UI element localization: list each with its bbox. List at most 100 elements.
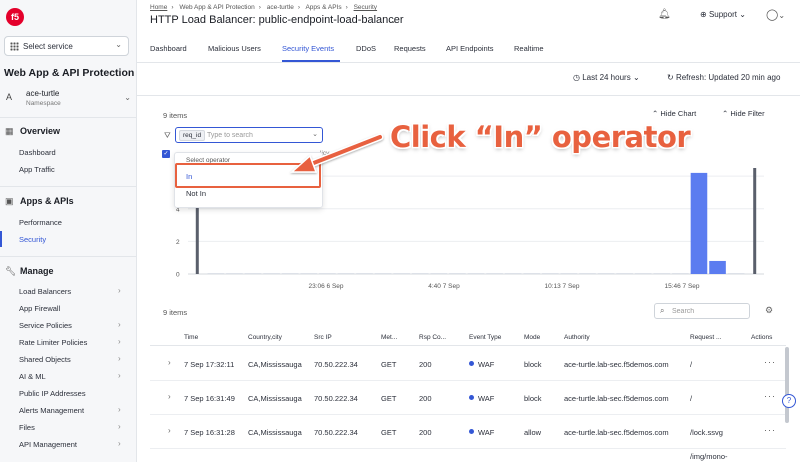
x-tick-label: 15:46 7 Sep [664, 283, 699, 290]
x-tick-label: 23:06 6 Sep [308, 283, 343, 290]
column-header[interactable]: Met... [381, 334, 397, 341]
chart-bar [244, 273, 262, 274]
y-tick-label: 2 [176, 239, 180, 246]
chart-bar [616, 273, 633, 274]
chart-bar [690, 172, 708, 274]
chart-bar [281, 273, 299, 274]
chart-bar [411, 273, 429, 274]
x-tick-label: 10:13 7 Sep [544, 283, 579, 290]
column-header: Actions [751, 334, 773, 341]
chart-bar [709, 260, 726, 274]
column-header[interactable]: Country,city [248, 334, 282, 341]
table-scrollbar[interactable] [785, 347, 789, 423]
chart-bar [207, 273, 225, 274]
more-icon[interactable]: ··· [764, 357, 776, 367]
chart-bar [727, 273, 745, 274]
cell-time: 7 Sep 17:32:11 [184, 360, 235, 369]
cell-event-type: WAF [469, 394, 494, 403]
chart-bar [374, 273, 392, 274]
cell-mode: block [524, 394, 542, 403]
cell-src-ip: 70.50.222.34 [314, 394, 358, 403]
column-header[interactable]: Event Type [469, 334, 501, 341]
column-header[interactable]: Authority [564, 334, 590, 341]
chart-bar [560, 273, 578, 274]
chart-bar [300, 273, 318, 274]
cell-event-label: WAF [478, 360, 495, 369]
chart-bar [579, 273, 596, 274]
row-border [150, 380, 786, 381]
more-icon[interactable]: ··· [764, 391, 776, 401]
cell-src-ip: 70.50.222.34 [314, 428, 358, 437]
cell-country: CA,Mississauga [248, 360, 302, 369]
chart-bar [263, 273, 280, 274]
expand-row-icon[interactable]: › [168, 392, 171, 401]
chart-bar [449, 273, 466, 274]
row-border [150, 448, 786, 449]
chart-bar [523, 273, 541, 274]
chart-bar [486, 273, 503, 274]
cell-method: GET [381, 428, 397, 437]
expand-row-icon[interactable]: › [168, 426, 171, 435]
help-icon[interactable]: ? [782, 394, 796, 408]
column-header[interactable]: Request ... [690, 334, 721, 341]
column-header[interactable]: Src IP [314, 334, 332, 341]
column-header[interactable]: Mode [524, 334, 540, 341]
cell-request-partial: /img/mono- [690, 452, 728, 461]
chart-bar [542, 273, 559, 274]
chart-bar [393, 273, 410, 274]
cell-time: 7 Sep 16:31:28 [184, 428, 235, 437]
chart-bar [653, 273, 671, 274]
security-events-chart: 6.5642023:06 6 Sep4:40 7 Sep10:13 7 Sep1… [176, 166, 764, 290]
cell-request: /lock.ssvg [690, 428, 723, 437]
chart-bar [753, 168, 757, 274]
chart-bar [430, 273, 448, 274]
status-dot [469, 361, 474, 366]
search-icon: ⌕ [660, 306, 665, 315]
table-items-count: 9 items [163, 308, 188, 317]
chart-bar [226, 273, 243, 274]
cell-mode: allow [524, 428, 542, 437]
chart-bar [634, 273, 652, 274]
operator-option-not-in[interactable]: Not In [186, 189, 206, 198]
cell-event-type: WAF [469, 360, 494, 369]
status-dot [469, 395, 474, 400]
callout-text: Click “In” operator [390, 120, 691, 154]
column-header[interactable]: Time [184, 334, 198, 341]
cell-country: CA,Mississauga [248, 428, 302, 437]
expand-row-icon[interactable]: › [168, 358, 171, 367]
search-input[interactable] [672, 307, 746, 316]
x-tick-label: 4:40 7 Sep [428, 283, 460, 290]
cell-event-label: WAF [478, 428, 495, 437]
cell-rsp-code: 200 [419, 428, 432, 437]
chart-bar [319, 273, 336, 274]
cell-method: GET [381, 394, 397, 403]
chart-bar [597, 273, 615, 274]
cell-mode: block [524, 360, 542, 369]
chart-bar [504, 273, 522, 274]
table-search[interactable]: ⌕ [654, 303, 750, 319]
status-dot [469, 429, 474, 434]
cell-authority: ace-turtle.lab-sec.f5demos.com [564, 360, 669, 369]
cell-request: / [690, 394, 693, 403]
cell-rsp-code: 200 [419, 360, 432, 369]
gear-icon[interactable]: ⚙ [765, 305, 773, 316]
chart-bar [337, 273, 355, 274]
column-header[interactable]: Rsp Co... [419, 334, 446, 341]
cell-country: CA,Mississauga [248, 394, 302, 403]
chart-bar [356, 273, 373, 274]
app-root: f5 Select service ⌄ Web App & API Protec… [0, 0, 800, 462]
cell-rsp-code: 200 [419, 394, 432, 403]
y-tick-label: 0 [176, 272, 180, 279]
chart-bar [467, 273, 485, 274]
highlight-box [175, 163, 321, 188]
cell-method: GET [381, 360, 397, 369]
cell-time: 7 Sep 16:31:49 [184, 394, 235, 403]
cell-event-type: WAF [469, 428, 494, 437]
cell-authority: ace-turtle.lab-sec.f5demos.com [564, 394, 669, 403]
cell-request: / [690, 360, 693, 369]
table-header-border [150, 345, 786, 346]
more-icon[interactable]: ··· [764, 425, 776, 435]
chart-bar [672, 273, 689, 274]
cell-authority: ace-turtle.lab-sec.f5demos.com [564, 428, 669, 437]
row-border [150, 414, 786, 415]
